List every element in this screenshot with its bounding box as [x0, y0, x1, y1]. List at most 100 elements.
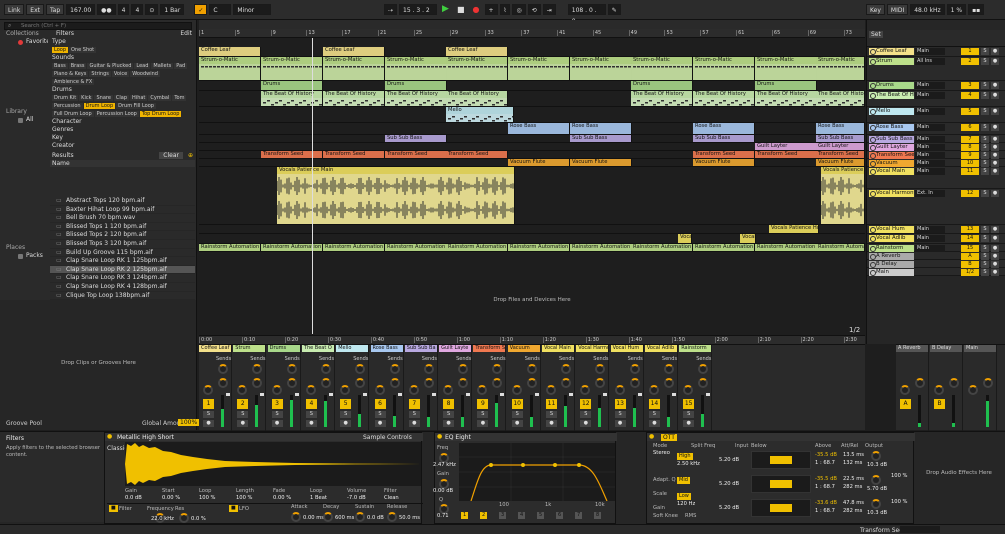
- send-a-knob[interactable]: [252, 364, 263, 374]
- time-value[interactable]: 100 %: [891, 473, 907, 479]
- clip[interactable]: Rainstorm Automation: [508, 244, 570, 251]
- track-io-select[interactable]: Main: [915, 48, 945, 55]
- track-name[interactable]: Vocal Main: [869, 168, 914, 175]
- volume-fader[interactable]: [363, 393, 368, 396]
- sample-param-value[interactable]: 100 %: [236, 495, 252, 501]
- track-activator[interactable]: 5: [961, 108, 979, 115]
- attack-value[interactable]: 47.8 ms: [843, 500, 864, 506]
- filter-chip[interactable]: Drum Fill Loop: [116, 103, 156, 109]
- solo-button[interactable]: S: [981, 160, 989, 167]
- track-activator[interactable]: 7: [961, 136, 979, 143]
- beat-ruler[interactable]: 1 5 9 13 17 21 25 29 33 37 41 45 49 53 57 61 65 69 73: [199, 29, 865, 38]
- filter-chip[interactable]: Cymbal: [148, 95, 172, 101]
- filter-chip[interactable]: Mallets: [151, 63, 174, 69]
- filter-chip[interactable]: Woodwind: [130, 71, 160, 77]
- clip[interactable]: Strum-o-Matic: [570, 57, 632, 80]
- send-a-knob[interactable]: [355, 364, 366, 374]
- clip[interactable]: Rose Bass: [816, 123, 865, 134]
- solo-button[interactable]: S: [981, 269, 989, 276]
- track-activator[interactable]: 4: [305, 399, 317, 409]
- solo-button[interactable]: S: [981, 152, 989, 159]
- result-row[interactable]: ▭ Blissed Tops 1 120 bpm.aif: [50, 223, 195, 232]
- status-mini-view[interactable]: [900, 526, 940, 533]
- solo-button[interactable]: S: [981, 82, 989, 89]
- track-name[interactable]: Strum: [869, 58, 914, 65]
- track-header[interactable]: Coffee Leaf Main 1 S ●: [867, 47, 1005, 57]
- pan-knob[interactable]: [968, 385, 978, 395]
- filter-chip[interactable]: Pad: [174, 63, 188, 69]
- send-knob[interactable]: [983, 378, 993, 388]
- record-icon[interactable]: ●: [469, 4, 483, 15]
- eq-band-7-toggle[interactable]: 7: [575, 512, 583, 519]
- arm-button[interactable]: ●: [991, 58, 999, 65]
- facet-creator[interactable]: Creator: [50, 142, 195, 150]
- clip[interactable]: Drums: [385, 81, 447, 90]
- eq-on-icon[interactable]: ●: [437, 433, 442, 440]
- track-header[interactable]: Strum All Ins 2 S ●: [867, 57, 1005, 81]
- filter-chip[interactable]: Guitar & Plucked: [87, 63, 134, 69]
- solo-button[interactable]: S: [546, 411, 557, 418]
- result-row[interactable]: ▭ Blissed Tops 2 120 bpm.aif: [50, 231, 195, 240]
- eq-band-4-toggle[interactable]: 4: [518, 512, 526, 519]
- sample-param-value[interactable]: -7.0 dB: [347, 495, 366, 501]
- clip[interactable]: The Beat Of History: [385, 91, 447, 106]
- clip[interactable]: Vacuum Flute: [508, 159, 570, 166]
- track-activator[interactable]: 5: [340, 399, 352, 409]
- channel-name[interactable]: Transform Se: [473, 345, 506, 352]
- volume-fader[interactable]: [397, 393, 402, 396]
- track-io-select[interactable]: Main: [915, 82, 945, 89]
- send-a-knob[interactable]: [698, 364, 709, 374]
- clip[interactable]: The Beat Of History: [755, 91, 817, 106]
- solo-button[interactable]: S: [511, 411, 523, 418]
- send-b-knob[interactable]: [355, 378, 366, 388]
- filter-chip[interactable]: Snare: [94, 95, 113, 101]
- track-name[interactable]: B Delay: [869, 261, 914, 268]
- channel-name[interactable]: Guilt Layte: [439, 345, 472, 352]
- band-threshold-display[interactable]: [751, 451, 811, 469]
- clip[interactable]: Rose Bass: [570, 123, 632, 134]
- sample-param-value[interactable]: Clean: [384, 495, 399, 501]
- track-io-select[interactable]: Main: [915, 168, 945, 175]
- send-b-knob[interactable]: [663, 378, 674, 388]
- metronome-toggle-icon[interactable]: ⊙: [145, 4, 159, 15]
- arm-button[interactable]: ●: [991, 269, 999, 276]
- channel-name[interactable]: Strum: [233, 345, 266, 352]
- solo-button[interactable]: S: [271, 411, 283, 418]
- track-header[interactable]: A Reverb A S ●: [867, 252, 1005, 260]
- track-activator[interactable]: 10: [961, 160, 979, 167]
- clip[interactable]: Transform Seed: [385, 151, 447, 158]
- track-activator[interactable]: 1: [961, 48, 979, 55]
- clip[interactable]: Rose Bass: [693, 123, 755, 134]
- clip[interactable]: The Beat Of History: [261, 91, 323, 106]
- above-ratio-value[interactable]: 1 : 68.7: [815, 460, 835, 466]
- clip[interactable]: The Beat Of History: [446, 91, 508, 106]
- sample-tab[interactable]: Sample: [363, 434, 386, 441]
- arm-button[interactable]: ●: [991, 108, 999, 115]
- solo-button[interactable]: S: [408, 411, 420, 418]
- arm-button[interactable]: ●: [546, 420, 557, 427]
- track-name[interactable]: Rainstorm: [869, 245, 914, 252]
- type-label[interactable]: Type: [50, 38, 195, 46]
- return-name[interactable]: A Reverb: [896, 345, 928, 352]
- solo-button[interactable]: S: [305, 411, 317, 418]
- solo-button[interactable]: S: [981, 108, 989, 115]
- automation-arm-icon[interactable]: ⌇: [499, 4, 511, 15]
- track-name[interactable]: Sub Sub Bass: [869, 136, 914, 143]
- channel-name[interactable]: Coffee Leaf: [199, 345, 231, 352]
- channel-name[interactable]: Vacuum: [507, 345, 540, 352]
- track-io-select[interactable]: All Ins: [915, 58, 945, 65]
- track-activator[interactable]: 15: [961, 245, 979, 252]
- clip[interactable]: Sub Sub Bass: [693, 135, 755, 142]
- solo-button[interactable]: S: [981, 92, 989, 99]
- arm-button[interactable]: ●: [237, 420, 249, 427]
- track-activator[interactable]: 8: [443, 399, 455, 409]
- pan-knob[interactable]: [477, 385, 488, 395]
- clip[interactable]: Rainstorm Automation: [755, 244, 817, 251]
- clip[interactable]: Rainstorm Automation: [261, 244, 323, 251]
- solo-button[interactable]: S: [580, 411, 592, 418]
- controls-tab[interactable]: Controls: [387, 434, 412, 441]
- midi-map-button[interactable]: MIDI: [886, 4, 909, 15]
- arm-button[interactable]: ●: [614, 420, 626, 427]
- name-column-header[interactable]: Name: [50, 160, 195, 167]
- clip[interactable]: Rainstorm Automation: [199, 244, 261, 251]
